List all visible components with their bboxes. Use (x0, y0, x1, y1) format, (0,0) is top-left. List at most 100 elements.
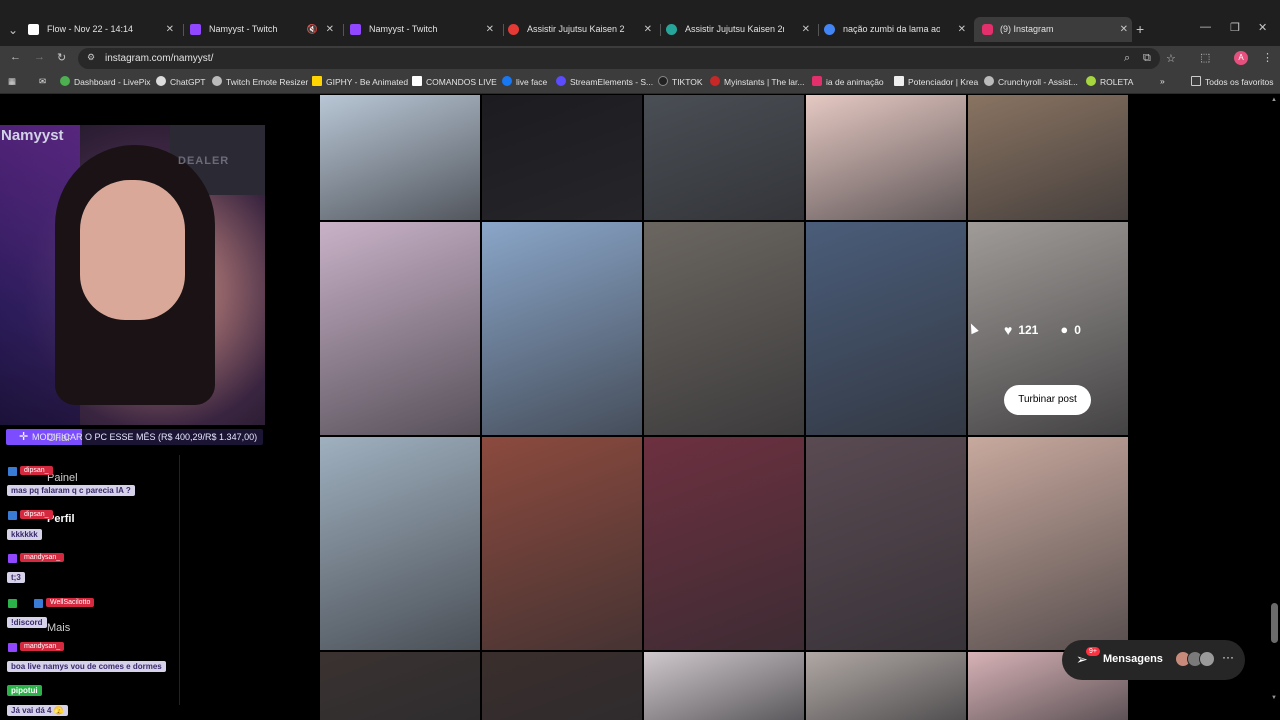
boost-post-button[interactable]: Turbinar post (1004, 385, 1091, 415)
post-stats: ♥ 121 ● 0 (1004, 322, 1081, 338)
post-thumbnail[interactable] (482, 437, 642, 650)
post-thumbnail[interactable] (644, 222, 804, 435)
post-grid: ♥ 121 ● 0 Turbinar post (320, 95, 1128, 720)
post-thumbnail[interactable] (968, 437, 1128, 650)
address-bar[interactable]: ⚙ instagram.com/namyyst/ ⌕ ⧉ ☆ (78, 48, 1176, 69)
extensions-icon[interactable]: ⬚ (1200, 51, 1210, 64)
chat-badge-icon (8, 643, 17, 652)
post-thumbnail[interactable] (806, 437, 966, 650)
chat-username: dipsan_ (20, 466, 53, 475)
close-tab-icon[interactable]: ✕ (802, 17, 810, 42)
maximize-icon[interactable]: ❐ (1230, 21, 1240, 34)
chat-message: t;3 (7, 572, 25, 583)
post-thumbnail[interactable] (482, 95, 642, 220)
close-tab-icon[interactable]: ✕ (644, 17, 652, 42)
chat-message: pipotui (7, 685, 42, 696)
page-scrollbar[interactable]: ▲ ▼ (1271, 97, 1278, 715)
tab-jujutsu-dublado[interactable]: Assistir Jujutsu Kaisen 2 Dublado ✕ (508, 17, 656, 42)
zoom-icon[interactable]: ⌕ (1124, 52, 1130, 65)
all-bookmarks-folder[interactable]: Todos os favoritos (1191, 76, 1274, 87)
post-thumbnail[interactable] (320, 437, 480, 650)
tab-jujutsu-2nd[interactable]: Assistir Jujutsu Kaisen 2nd Season ✕ (666, 17, 814, 42)
bookmark-crunchyroll[interactable]: Crunchyroll - Assist... (984, 76, 1078, 87)
profile-avatar[interactable]: A (1234, 51, 1248, 65)
post-thumbnail[interactable] (320, 652, 480, 720)
bookmark-chatgpt[interactable]: ChatGPT (156, 76, 205, 87)
comment-icon: ● (1060, 322, 1069, 337)
site-favicon-icon (508, 24, 519, 35)
goal-progress-bar: ✛ MODIFICAR O PC ESSE MÊS (R$ 400,29/R$ … (6, 429, 263, 445)
post-thumbnail[interactable] (320, 222, 480, 435)
post-thumbnail[interactable]: ♥ 121 ● 0 Turbinar post (968, 222, 1128, 435)
bookmark-streamelements[interactable]: StreamElements - S... (556, 76, 653, 87)
messages-button[interactable]: ➢ 9+ Mensagens ··· (1062, 640, 1245, 680)
avatar (1199, 651, 1215, 667)
tab-search-icon[interactable]: ⌄ (4, 21, 22, 39)
bookmark-livepix[interactable]: Dashboard - LivePix (60, 76, 151, 87)
tab-google-search[interactable]: nação zumbi da lama ao caos ✕ (824, 17, 970, 42)
more-bookmarks-icon[interactable]: » (1160, 76, 1165, 86)
apps-icon[interactable]: ▦ (8, 76, 16, 87)
chat-badge-icon (8, 467, 17, 476)
scrollbar-thumb[interactable] (1271, 603, 1278, 643)
bookmark-emote-resizer[interactable]: Twitch Emote Resizer (212, 76, 308, 87)
close-tab-icon[interactable]: ✕ (958, 17, 966, 42)
chatgpt-icon (156, 76, 166, 86)
close-tab-icon[interactable]: ✕ (486, 17, 494, 42)
site-info-icon[interactable]: ⚙ (87, 52, 95, 63)
flow-favicon-icon (28, 24, 39, 35)
tab-flow[interactable]: Flow - Nov 22 - 14:14 ✕ (28, 17, 178, 42)
scroll-down-icon[interactable]: ▼ (1271, 695, 1277, 701)
streamer-name: Namyyst (1, 127, 64, 144)
instagram-favicon-icon (982, 24, 993, 35)
bookmark-giphy[interactable]: GIPHY - Be Animated (312, 76, 408, 87)
chat-overlay: dipsan_ mas pq falaram q c parecia IA ? … (0, 450, 180, 720)
tab-twitch-1[interactable]: Namyyst - Twitch 🔇 ✕ (190, 17, 338, 42)
new-tab-icon[interactable]: + (1136, 21, 1144, 37)
globe-icon (212, 76, 222, 86)
bookmark-ia-animacao[interactable]: ia de animação (812, 76, 884, 87)
sidebar-item-criar: Criar (47, 432, 71, 444)
scroll-up-icon[interactable]: ▲ (1271, 97, 1277, 103)
back-icon[interactable]: ← (10, 51, 21, 63)
post-thumbnail[interactable] (806, 222, 966, 435)
google-favicon-icon (824, 24, 835, 35)
install-app-icon[interactable]: ⧉ (1143, 52, 1151, 65)
close-tab-icon[interactable]: ✕ (166, 17, 174, 42)
post-thumbnail[interactable] (806, 652, 966, 720)
document-icon (412, 76, 422, 86)
post-thumbnail[interactable] (320, 95, 480, 220)
chat-badge-icon (8, 511, 17, 520)
minimize-icon[interactable]: — (1200, 21, 1211, 33)
post-thumbnail[interactable] (644, 652, 804, 720)
bookmark-star-icon[interactable]: ☆ (1166, 52, 1176, 65)
bookmark-myinstants[interactable]: Myinstants | The lar... (710, 76, 804, 87)
giphy-icon (312, 76, 322, 86)
muted-speaker-icon[interactable]: 🔇 (307, 17, 318, 42)
roleta-icon (1086, 76, 1096, 86)
tab-instagram[interactable]: (9) Instagram ✕ (974, 17, 1132, 42)
post-thumbnail[interactable] (644, 95, 804, 220)
bookmark-tiktok[interactable]: TIKTOK (658, 76, 703, 87)
bookmark-comandos[interactable]: COMANDOS LIVE (412, 76, 497, 87)
forward-icon[interactable]: → (34, 51, 45, 63)
tab-twitch-2[interactable]: Namyyst - Twitch ✕ (350, 17, 498, 42)
menu-icon[interactable]: ⋮ (1262, 51, 1273, 64)
post-thumbnail[interactable] (482, 652, 642, 720)
post-thumbnail[interactable] (482, 222, 642, 435)
reload-icon[interactable]: ↻ (57, 51, 66, 64)
bookmarks-bar: ▦ ✉ Dashboard - LivePix ChatGPT Twitch E… (0, 71, 1280, 94)
bookmark-krea[interactable]: Potenciador | Krea (894, 76, 978, 87)
facebook-icon (502, 76, 512, 86)
heart-icon: ♥ (1004, 322, 1013, 338)
close-window-icon[interactable]: ✕ (1258, 21, 1267, 34)
more-icon[interactable]: ··· (1222, 650, 1234, 664)
post-thumbnail[interactable] (968, 95, 1128, 220)
close-tab-icon[interactable]: ✕ (326, 17, 334, 42)
gmail-icon[interactable]: ✉ (39, 76, 46, 87)
bookmark-live-face[interactable]: live face (502, 76, 547, 87)
bookmark-roleta[interactable]: ROLETA (1086, 76, 1133, 87)
close-tab-icon[interactable]: ✕ (1120, 17, 1128, 42)
post-thumbnail[interactable] (806, 95, 966, 220)
post-thumbnail[interactable] (644, 437, 804, 650)
